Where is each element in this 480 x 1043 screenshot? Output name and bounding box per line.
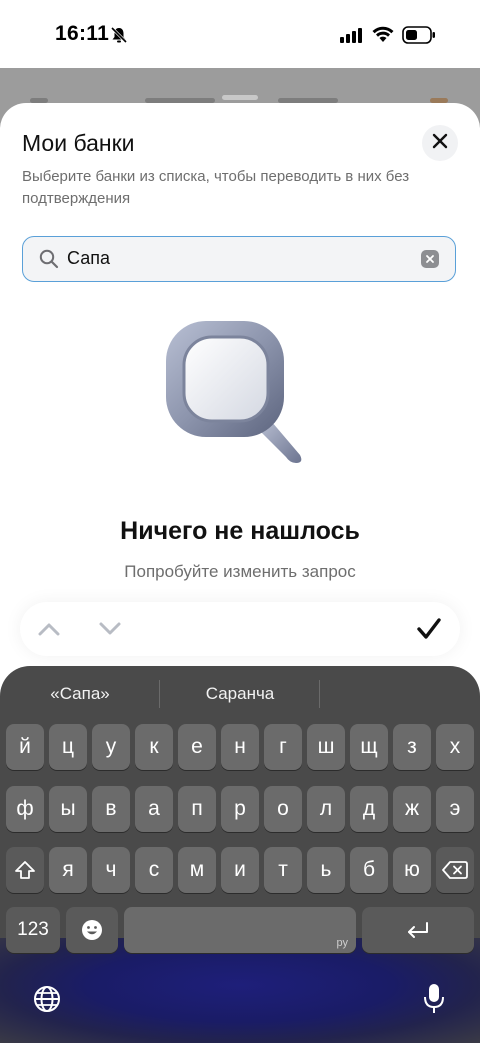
status-time: 16:11 bbox=[55, 22, 110, 45]
shift-icon bbox=[15, 861, 35, 879]
key[interactable]: д bbox=[350, 786, 388, 832]
checkmark-icon[interactable] bbox=[416, 617, 442, 646]
key[interactable]: ы bbox=[49, 786, 87, 832]
key[interactable]: ш bbox=[307, 724, 345, 770]
key[interactable]: т bbox=[264, 847, 302, 893]
key[interactable]: х bbox=[436, 724, 474, 770]
cellular-signal-icon bbox=[340, 27, 364, 48]
key[interactable]: а bbox=[135, 786, 173, 832]
clear-icon bbox=[426, 255, 434, 263]
search-value[interactable]: Сапа bbox=[67, 248, 110, 269]
key[interactable]: о bbox=[264, 786, 302, 832]
emoji-icon bbox=[82, 920, 102, 940]
return-key[interactable] bbox=[362, 907, 474, 953]
empty-state-subtitle: Попробуйте изменить запрос bbox=[124, 562, 356, 581]
key[interactable]: е bbox=[178, 724, 216, 770]
sheet-grabber[interactable] bbox=[222, 95, 258, 100]
sheet-title: Мои банки bbox=[22, 130, 135, 156]
key[interactable]: ч bbox=[92, 847, 130, 893]
clear-search-button[interactable] bbox=[421, 250, 439, 268]
numbers-key[interactable]: 123 bbox=[6, 907, 60, 953]
backspace-key[interactable] bbox=[436, 847, 474, 893]
keyboard-bottom-bar bbox=[0, 938, 480, 1043]
suggestion-3[interactable] bbox=[320, 684, 480, 706]
key[interactable]: ц bbox=[49, 724, 87, 770]
key[interactable]: ь bbox=[307, 847, 345, 893]
backspace-icon bbox=[442, 861, 468, 879]
suggestion-2[interactable]: Саранча bbox=[160, 684, 320, 706]
key[interactable]: и bbox=[221, 847, 259, 893]
sheet-subtitle: Выберите банки из списка, чтобы переводи… bbox=[22, 168, 410, 207]
magnifier-illustration-icon bbox=[158, 315, 318, 480]
globe-icon[interactable] bbox=[32, 984, 62, 1019]
key[interactable]: я bbox=[49, 847, 87, 893]
key[interactable]: н bbox=[221, 724, 259, 770]
battery-icon bbox=[402, 26, 436, 49]
key[interactable]: м bbox=[178, 847, 216, 893]
return-icon bbox=[408, 922, 428, 938]
key[interactable]: ф bbox=[6, 786, 44, 832]
key[interactable]: б bbox=[350, 847, 388, 893]
search-icon bbox=[39, 249, 59, 274]
status-bar: 16:11 bbox=[0, 0, 480, 68]
microphone-icon[interactable] bbox=[422, 982, 446, 1021]
bell-muted-icon bbox=[110, 26, 128, 49]
key[interactable]: ю bbox=[393, 847, 431, 893]
keyboard-toolbar bbox=[20, 602, 460, 656]
key[interactable]: з bbox=[393, 724, 431, 770]
space-language-label: ру bbox=[336, 937, 349, 949]
key[interactable]: й bbox=[6, 724, 44, 770]
chevron-up-icon[interactable] bbox=[37, 619, 61, 644]
close-button[interactable] bbox=[422, 125, 458, 161]
key[interactable]: ж bbox=[393, 786, 431, 832]
key[interactable]: у bbox=[92, 724, 130, 770]
empty-state-title: Ничего не нашлось bbox=[120, 517, 360, 545]
chevron-down-icon[interactable] bbox=[98, 619, 122, 644]
space-key[interactable]: ру bbox=[124, 907, 356, 953]
keyboard: «Сапа» Саранча й ц у к е н г ш щ з х ф ы… bbox=[0, 666, 480, 1043]
key[interactable]: с bbox=[135, 847, 173, 893]
shift-key[interactable] bbox=[6, 847, 44, 893]
key[interactable]: э bbox=[436, 786, 474, 832]
key[interactable]: г bbox=[264, 724, 302, 770]
key[interactable]: р bbox=[221, 786, 259, 832]
key[interactable]: в bbox=[92, 786, 130, 832]
search-input[interactable]: Сапа bbox=[22, 236, 456, 282]
emoji-key[interactable] bbox=[66, 907, 118, 953]
key[interactable]: щ bbox=[350, 724, 388, 770]
wifi-icon bbox=[371, 24, 395, 49]
key[interactable]: к bbox=[135, 724, 173, 770]
key[interactable]: л bbox=[307, 786, 345, 832]
suggestion-1[interactable]: «Сапа» bbox=[0, 684, 160, 706]
close-icon bbox=[432, 133, 448, 154]
key[interactable]: п bbox=[178, 786, 216, 832]
